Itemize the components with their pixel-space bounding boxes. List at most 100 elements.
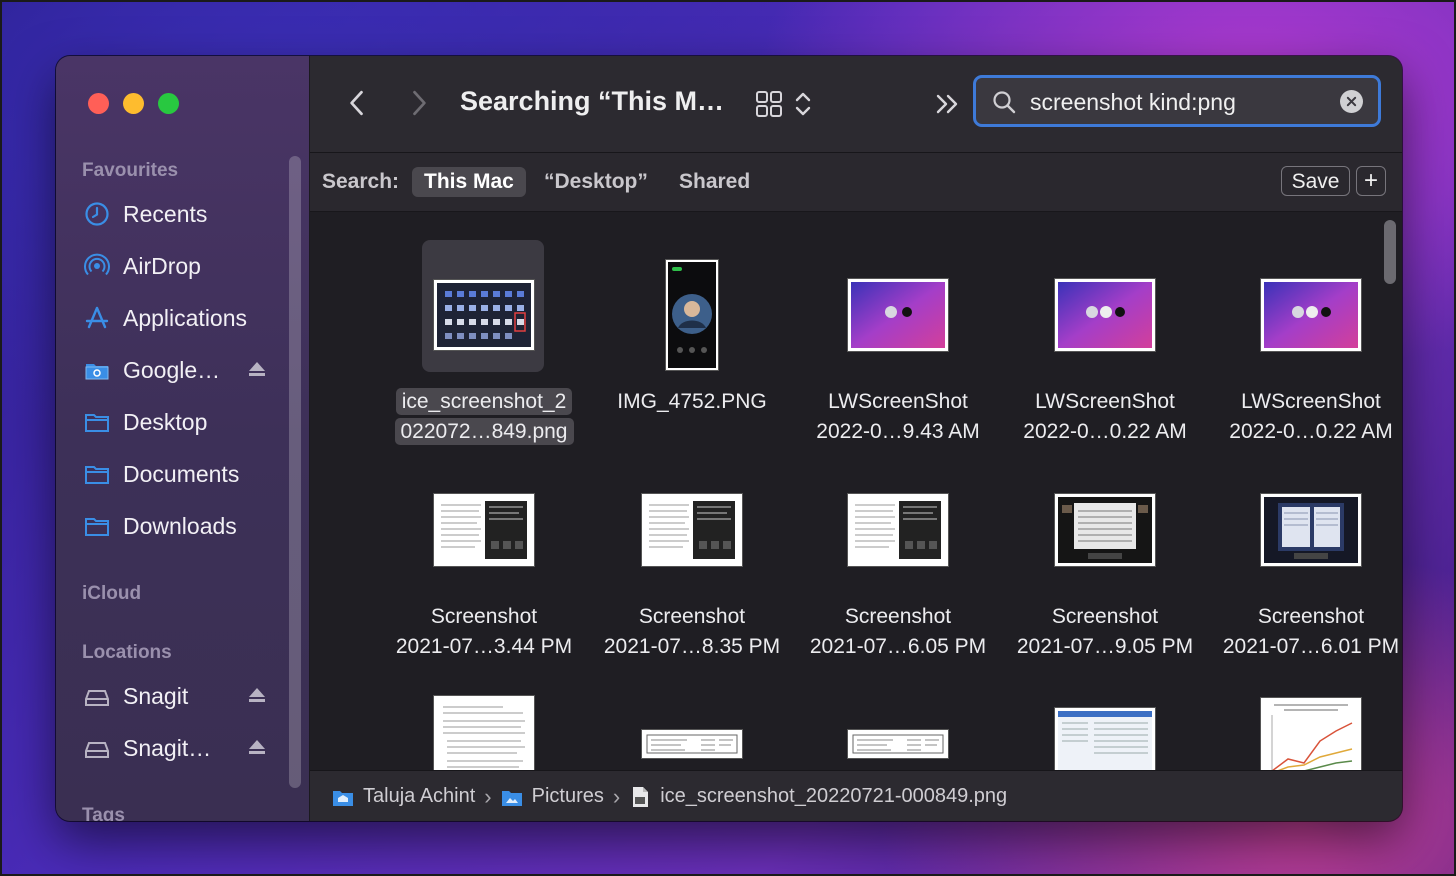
path-crumb-user[interactable]: Taluja Achint bbox=[332, 785, 475, 808]
applications-icon bbox=[84, 305, 110, 331]
sidebar-heading-favourites: Favourites bbox=[82, 160, 179, 181]
search-field[interactable] bbox=[973, 75, 1381, 127]
file-thumbnail bbox=[642, 493, 742, 566]
sidebar-item-label: Documents bbox=[123, 460, 240, 487]
sidebar-item-label: Snagit… bbox=[123, 734, 212, 761]
file-name: Screenshot 2021-07…3.44 PM bbox=[395, 605, 573, 658]
sidebar-item-label: Google… bbox=[123, 356, 221, 383]
file-thumbnail bbox=[848, 278, 948, 351]
traffic-lights bbox=[88, 93, 179, 114]
chevron-up-down-icon bbox=[795, 92, 811, 116]
chevron-right-icon: › bbox=[612, 783, 621, 809]
file-thumbnail bbox=[1055, 708, 1155, 770]
sidebar-item-desktop[interactable]: Desktop bbox=[84, 402, 289, 442]
file-thumbnail bbox=[848, 730, 948, 758]
eject-icon[interactable] bbox=[247, 685, 267, 705]
file-thumbnail bbox=[666, 259, 718, 370]
finder-window: Favourites Recents AirDrop Applications … bbox=[56, 56, 1402, 821]
file-thumbnail bbox=[434, 279, 534, 350]
back-button[interactable] bbox=[340, 86, 374, 120]
grid-view-icon bbox=[756, 91, 782, 117]
sidebar-item-downloads[interactable]: Downloads bbox=[84, 506, 289, 546]
sidebar-item-recents[interactable]: Recents bbox=[84, 194, 289, 234]
chevron-left-icon bbox=[350, 90, 363, 116]
sidebar-item-label: Recents bbox=[123, 200, 208, 227]
close-window-button[interactable] bbox=[88, 93, 109, 114]
content-scrollbar[interactable] bbox=[1384, 220, 1396, 284]
file-thumbnail bbox=[1055, 278, 1155, 351]
file-grid: ice_screenshot_2 022072…849.png IMG_4752.… bbox=[310, 212, 1402, 770]
file-thumbnail bbox=[434, 696, 534, 770]
file-name: LWScreenShot 2022-0…9.43 AM bbox=[816, 390, 980, 443]
eject-icon[interactable] bbox=[247, 737, 267, 757]
sidebar-item-documents[interactable]: Documents bbox=[84, 454, 289, 494]
forward-button[interactable] bbox=[402, 86, 436, 120]
file-thumbnail bbox=[1055, 493, 1155, 566]
scope-this-mac[interactable]: This Mac bbox=[412, 167, 526, 197]
file-thumbnail bbox=[1261, 278, 1361, 351]
drive-icon bbox=[84, 735, 110, 761]
file-thumbnail bbox=[434, 493, 534, 566]
sidebar-item-airdrop[interactable]: AirDrop bbox=[84, 246, 289, 286]
file-name: Screenshot 2021-07…8.35 PM bbox=[603, 605, 781, 658]
sidebar-scrollbar[interactable] bbox=[289, 156, 301, 788]
chevron-right-icon bbox=[413, 90, 426, 116]
sidebar: Favourites Recents AirDrop Applications … bbox=[56, 56, 310, 821]
file-name: ice_screenshot_2 022072…849.png bbox=[384, 387, 584, 447]
path-crumb-pictures[interactable]: Pictures bbox=[501, 785, 604, 808]
file-thumbnail bbox=[1261, 493, 1361, 566]
save-search-button[interactable]: Save bbox=[1281, 166, 1350, 196]
scope-label: Search: bbox=[322, 170, 400, 193]
toolbar: Searching “This M… bbox=[310, 56, 1402, 153]
more-toolbar-items-button[interactable] bbox=[932, 88, 964, 120]
folder-icon bbox=[84, 357, 110, 383]
file-name: LWScreenShot 2022-0…0.22 AM bbox=[1023, 390, 1187, 443]
image-file-icon bbox=[633, 786, 649, 807]
clear-search-button[interactable] bbox=[1340, 90, 1363, 113]
pictures-folder-icon bbox=[501, 790, 522, 806]
search-icon bbox=[993, 91, 1016, 114]
file-name: IMG_4752.PNG bbox=[617, 390, 767, 413]
sidebar-item-label: Snagit bbox=[123, 682, 189, 709]
file-name: Screenshot 2021-07…6.01 PM bbox=[1222, 605, 1400, 658]
minimize-window-button[interactable] bbox=[123, 93, 144, 114]
window-title: Searching “This M… bbox=[460, 86, 725, 116]
sidebar-heading-icloud: iCloud bbox=[82, 583, 142, 604]
clock-icon bbox=[84, 201, 110, 227]
scope-shared[interactable]: Shared bbox=[667, 167, 762, 197]
view-options-button[interactable] bbox=[748, 86, 818, 122]
add-criteria-button[interactable]: + bbox=[1356, 166, 1386, 196]
sidebar-item-snagit[interactable]: Snagit bbox=[84, 676, 289, 716]
sidebar-item-snagit-2[interactable]: Snagit… bbox=[84, 728, 289, 768]
double-chevron-right-icon bbox=[936, 94, 958, 114]
folder-icon bbox=[84, 461, 110, 487]
file-thumbnail bbox=[1261, 698, 1361, 770]
eject-icon[interactable] bbox=[247, 359, 267, 379]
file-name: LWScreenShot 2022-0…0.22 AM bbox=[1229, 390, 1393, 443]
search-input[interactable] bbox=[1028, 86, 1332, 118]
folder-icon bbox=[84, 513, 110, 539]
zoom-window-button[interactable] bbox=[158, 93, 179, 114]
scope-desktop[interactable]: “Desktop” bbox=[532, 167, 660, 197]
close-icon bbox=[1346, 96, 1357, 107]
sidebar-item-label: AirDrop bbox=[123, 252, 201, 279]
file-name: Screenshot 2021-07…6.05 PM bbox=[809, 605, 987, 658]
sidebar-item-label: Downloads bbox=[123, 512, 237, 539]
airdrop-icon bbox=[84, 253, 110, 279]
file-thumbnail bbox=[642, 730, 742, 758]
sidebar-heading-tags: Tags bbox=[82, 805, 125, 821]
file-name: Screenshot 2021-07…9.05 PM bbox=[1016, 605, 1194, 658]
chevron-right-icon: › bbox=[484, 783, 492, 809]
drive-icon bbox=[84, 683, 110, 709]
search-scope-bar: Search: This Mac “Desktop” Shared Save + bbox=[310, 153, 1402, 212]
sidebar-item-label: Applications bbox=[123, 304, 248, 331]
file-thumbnail bbox=[848, 493, 948, 566]
sidebar-heading-locations: Locations bbox=[82, 642, 172, 663]
path-bar: Taluja Achint › Pictures › ice_screensho… bbox=[310, 770, 1402, 821]
sidebar-item-google-drive[interactable]: Google… bbox=[84, 350, 289, 390]
path-crumb-file[interactable]: ice_screenshot_20220721-000849.png bbox=[629, 785, 1007, 808]
sidebar-item-applications[interactable]: Applications bbox=[84, 298, 289, 338]
home-folder-icon bbox=[333, 790, 353, 806]
sidebar-item-label: Desktop bbox=[123, 408, 208, 435]
folder-icon bbox=[84, 409, 110, 435]
